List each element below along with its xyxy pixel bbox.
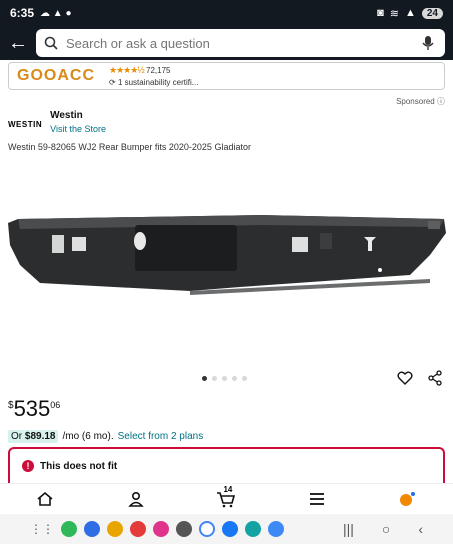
- status-time: 6:35: [10, 6, 35, 20]
- back-button-icon[interactable]: ‹: [418, 521, 423, 537]
- flower-app-icon[interactable]: [153, 521, 169, 537]
- carousel-dot[interactable]: [212, 376, 217, 381]
- system-icons: ◙ ≋ ▲ 24: [377, 7, 443, 20]
- facebook-app-icon[interactable]: [222, 521, 238, 537]
- carousel-dot[interactable]: [202, 376, 207, 381]
- product-title[interactable]: Westin 59-82065 WJ2 Rear Bumper fits 202…: [8, 142, 251, 152]
- chat-app-icon[interactable]: [268, 521, 284, 537]
- home-button-icon[interactable]: ○: [382, 521, 390, 537]
- google-app-icon[interactable]: [199, 521, 215, 537]
- messages-app-icon[interactable]: [84, 521, 100, 537]
- product-actions: [397, 370, 443, 386]
- home-icon[interactable]: [33, 489, 57, 509]
- fitment-message: This does not fit: [40, 460, 118, 472]
- app-drawer-icon[interactable]: ⋮⋮: [30, 522, 54, 536]
- star-rating-icon: ★★★★½: [109, 65, 145, 75]
- leaf-icon: ⟳: [109, 78, 116, 87]
- gooacc-logo: GOOACC: [17, 67, 95, 84]
- back-arrow-icon[interactable]: ←: [8, 32, 36, 55]
- search-icon: [44, 36, 58, 50]
- browser-app-icon[interactable]: [245, 521, 261, 537]
- share-icon[interactable]: [427, 370, 443, 386]
- wifi-icon: ≋: [389, 7, 399, 20]
- visit-store-link[interactable]: Visit the Store: [50, 124, 106, 134]
- menu-icon[interactable]: [305, 489, 329, 509]
- sponsored-label[interactable]: Sponsored ⓘ: [396, 96, 445, 107]
- price-fraction: 06: [50, 400, 61, 410]
- error-icon: !: [22, 460, 34, 472]
- rating-count: 72,175: [146, 66, 171, 75]
- cart-count: 14: [223, 484, 233, 494]
- financing-badge: Or $89.18: [8, 430, 59, 443]
- product-image[interactable]: [0, 175, 453, 365]
- image-carousel-dots[interactable]: [202, 376, 247, 381]
- sustainability-badge: ⟳ 1 sustainability certifi...: [109, 78, 199, 87]
- brand-name: Westin: [50, 110, 83, 121]
- carousel-dot[interactable]: [222, 376, 227, 381]
- brand-section: WESTIN Westin Visit the Store: [8, 110, 106, 134]
- notification-icons: ☁ ▲ ●: [40, 7, 72, 19]
- system-navigation: ||| ○ ‹: [343, 521, 423, 537]
- financing-info: Or $89.18 /mo (6 mo). Select from 2 plan…: [8, 430, 203, 443]
- westin-logo: WESTIN: [8, 120, 43, 129]
- battery-indicator: 24: [421, 7, 443, 19]
- search-header: ←: [0, 26, 453, 60]
- android-taskbar: ⋮⋮ ||| ○ ‹: [0, 514, 453, 544]
- monthly-amount: $89.18: [24, 431, 56, 442]
- nfc-icon: ◙: [377, 7, 384, 19]
- chrome-app-icon[interactable]: [107, 521, 123, 537]
- microphone-icon[interactable]: [419, 34, 437, 52]
- signal-icon: ▲: [404, 7, 416, 19]
- product-price: $ 535 06: [8, 396, 60, 422]
- financing-term: /mo (6 mo).: [62, 431, 114, 442]
- fitment-alert[interactable]: ! This does not fit: [8, 447, 445, 483]
- cart-icon[interactable]: 14: [214, 485, 238, 509]
- gallery-app-icon[interactable]: [130, 521, 146, 537]
- carousel-dot[interactable]: [232, 376, 237, 381]
- sponsored-brand-banner[interactable]: GOOACC ★★★★½ 72,175 ⟳ 1 sustainability c…: [8, 62, 445, 90]
- price-whole: 535: [13, 396, 51, 421]
- bottom-navigation: 14: [0, 483, 453, 513]
- ad-rating: ★★★★½ 72,175: [109, 65, 198, 76]
- info-icon: ⓘ: [437, 97, 445, 106]
- phone-app-icon[interactable]: [61, 521, 77, 537]
- heart-icon[interactable]: [397, 370, 413, 386]
- search-box[interactable]: [36, 29, 445, 57]
- camera-app-icon[interactable]: [176, 521, 192, 537]
- account-icon[interactable]: [124, 489, 148, 509]
- select-plans-link[interactable]: Select from 2 plans: [118, 431, 204, 442]
- rufus-assistant-icon[interactable]: [396, 489, 420, 509]
- search-input[interactable]: [66, 35, 411, 51]
- carousel-dot[interactable]: [242, 376, 247, 381]
- status-bar: 6:35 ☁ ▲ ● ◙ ≋ ▲ 24: [0, 0, 453, 26]
- recents-icon[interactable]: |||: [343, 521, 354, 537]
